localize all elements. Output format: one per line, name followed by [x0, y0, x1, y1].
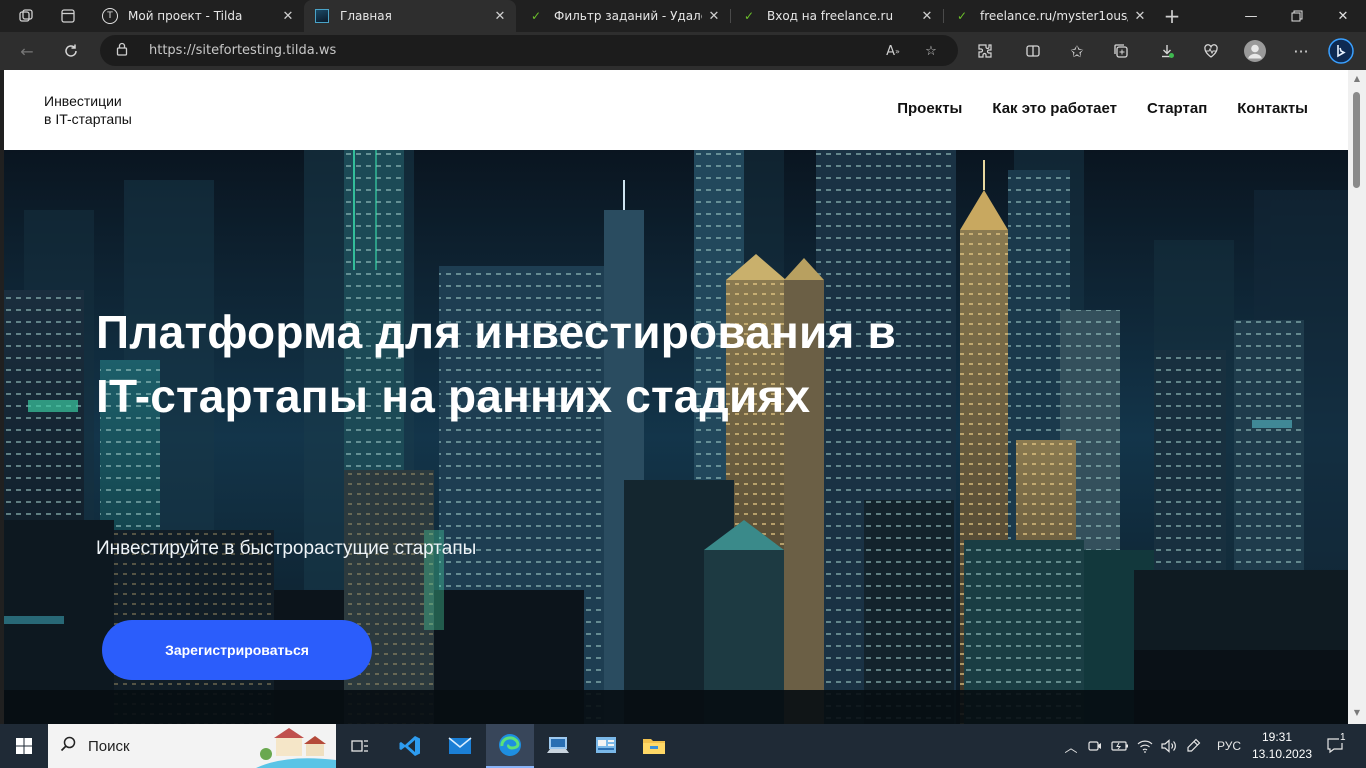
clock-date: 13.10.2023 — [1252, 747, 1313, 761]
address-bar[interactable]: https://sitefortesting.tilda.ws A» ☆ — [100, 35, 958, 66]
close-tab-icon[interactable]: ✕ — [915, 4, 939, 28]
scroll-down-icon[interactable]: ▼ — [1352, 708, 1362, 718]
freelance-icon: ✓ — [956, 9, 968, 23]
meet-now-icon[interactable] — [1084, 724, 1106, 768]
close-tab-icon[interactable]: ✕ — [488, 4, 512, 28]
page-scrollbar[interactable]: ▲ ▼ — [1348, 70, 1366, 724]
tab-title: Фильтр заданий - Удаленн — [554, 9, 702, 23]
logo-line-1: Инвестиции — [44, 93, 122, 109]
tab-title: Главная — [340, 9, 392, 23]
hero-subtitle: Инвестируйте в быстрорастущие стартапы — [96, 538, 477, 559]
tab-actions-icon[interactable] — [50, 0, 86, 32]
search-icon — [48, 736, 88, 756]
favorite-star-icon[interactable]: ☆ — [920, 40, 942, 62]
close-tab-icon[interactable]: ✕ — [702, 4, 726, 28]
nav-link-projects[interactable]: Проекты — [897, 100, 962, 117]
downloads-icon[interactable] — [1152, 36, 1182, 66]
tab-title: Мой проект - Tilda — [128, 9, 243, 23]
city-icon — [314, 8, 330, 24]
restore-icon[interactable] — [1274, 0, 1320, 32]
search-highlight-illustration — [246, 724, 336, 768]
close-window-icon[interactable]: ✕ — [1320, 0, 1366, 32]
hero-section: Платформа для инвестирования в IT-старта… — [4, 150, 1348, 724]
bing-copilot-icon[interactable] — [1326, 36, 1356, 66]
extensions-icon[interactable] — [970, 36, 1000, 66]
favorites-icon[interactable]: ✩ — [1062, 36, 1092, 66]
clock-time: 19:31 — [1261, 730, 1293, 744]
taskbar-search-input[interactable]: Поиск — [48, 724, 336, 768]
windows-taskbar: Поиск ︿ РУС 19:31 13.10.2023 1 — [0, 724, 1366, 768]
battery-icon[interactable] — [1108, 724, 1132, 768]
freelance-icon: ✓ — [530, 9, 542, 23]
site-nav: Проекты Как это работает Стартап Контакт… — [897, 100, 1308, 117]
search-placeholder: Поиск — [88, 737, 130, 755]
tab-freelance-login[interactable]: ✓ Вход на freelance.ru ✕ — [731, 0, 943, 32]
scroll-up-icon[interactable]: ▲ — [1352, 74, 1362, 84]
start-windows-icon[interactable] — [0, 724, 48, 768]
freelance-icon: ✓ — [743, 9, 755, 23]
mail-icon[interactable] — [436, 724, 484, 768]
notification-count-badge: 1 — [1339, 732, 1347, 743]
back-icon[interactable]: ← — [12, 36, 42, 66]
edge-browser-icon[interactable] — [486, 724, 534, 768]
new-tab-icon[interactable]: + — [1154, 0, 1190, 32]
close-tab-icon[interactable]: ✕ — [276, 4, 300, 28]
workspaces-icon[interactable] — [8, 0, 44, 32]
volume-icon[interactable] — [1158, 724, 1180, 768]
close-tab-icon[interactable]: ✕ — [1128, 4, 1152, 28]
browser-tab-strip: T Мой проект - Tilda ✕ Главная ✕ ✓ Фильт… — [0, 0, 1366, 32]
tab-home[interactable]: Главная ✕ — [304, 0, 516, 32]
tab-tilda-project[interactable]: T Мой проект - Tilda ✕ — [92, 0, 304, 32]
page-viewport: Инвестиции в IT-стартапы Проекты Как это… — [4, 70, 1348, 724]
lock-icon — [116, 42, 128, 59]
vscode-icon[interactable] — [386, 724, 434, 768]
file-explorer-icon[interactable] — [630, 724, 678, 768]
url-text: https://sitefortesting.tilda.ws — [149, 43, 337, 58]
nav-link-how-it-works[interactable]: Как это работает — [992, 100, 1117, 117]
performance-heart-icon[interactable] — [1196, 36, 1226, 66]
pen-icon[interactable] — [1182, 724, 1204, 768]
control-panel-icon[interactable] — [582, 724, 630, 768]
scrollbar-thumb[interactable] — [1353, 92, 1360, 188]
wifi-icon[interactable] — [1134, 724, 1156, 768]
browser-toolbar: ← https://sitefortesting.tilda.ws A» ☆ ✩… — [0, 32, 1366, 70]
nav-link-startup[interactable]: Стартап — [1147, 100, 1207, 117]
refresh-icon[interactable] — [56, 36, 86, 66]
tab-task-filter[interactable]: ✓ Фильтр заданий - Удаленн ✕ — [518, 0, 730, 32]
site-logo[interactable]: Инвестиции в IT-стартапы — [44, 92, 132, 128]
tilda-icon: T — [102, 8, 118, 24]
show-hidden-icons-icon[interactable]: ︿ — [1060, 724, 1082, 768]
collections-icon[interactable] — [1106, 36, 1136, 66]
nav-link-contacts[interactable]: Контакты — [1237, 100, 1308, 117]
settings-more-icon[interactable]: ··· — [1286, 36, 1316, 66]
hero-title: Платформа для инвестирования в IT-старта… — [96, 306, 896, 422]
read-aloud-icon[interactable]: A» — [882, 40, 904, 62]
avatar-icon[interactable] — [1240, 36, 1270, 66]
register-button[interactable]: Зарегистрироваться — [102, 620, 372, 680]
notifications-icon[interactable]: 1 — [1318, 724, 1354, 768]
tab-title: freelance.ru/myster1ous/?cr — [980, 9, 1128, 23]
input-language[interactable]: РУС — [1210, 724, 1248, 768]
tab-title: Вход на freelance.ru — [767, 9, 894, 23]
taskbar-clock[interactable]: 19:31 13.10.2023 — [1252, 729, 1313, 763]
logo-line-2: в IT-стартапы — [44, 111, 132, 127]
minimize-icon[interactable]: — — [1228, 0, 1274, 32]
task-view-icon[interactable] — [336, 724, 384, 768]
tab-freelance-profile[interactable]: ✓ freelance.ru/myster1ous/?cr ✕ — [944, 0, 1156, 32]
split-screen-icon[interactable] — [1018, 36, 1048, 66]
site-header: Инвестиции в IT-стартапы Проекты Как это… — [4, 70, 1348, 150]
computer-icon[interactable] — [534, 724, 582, 768]
